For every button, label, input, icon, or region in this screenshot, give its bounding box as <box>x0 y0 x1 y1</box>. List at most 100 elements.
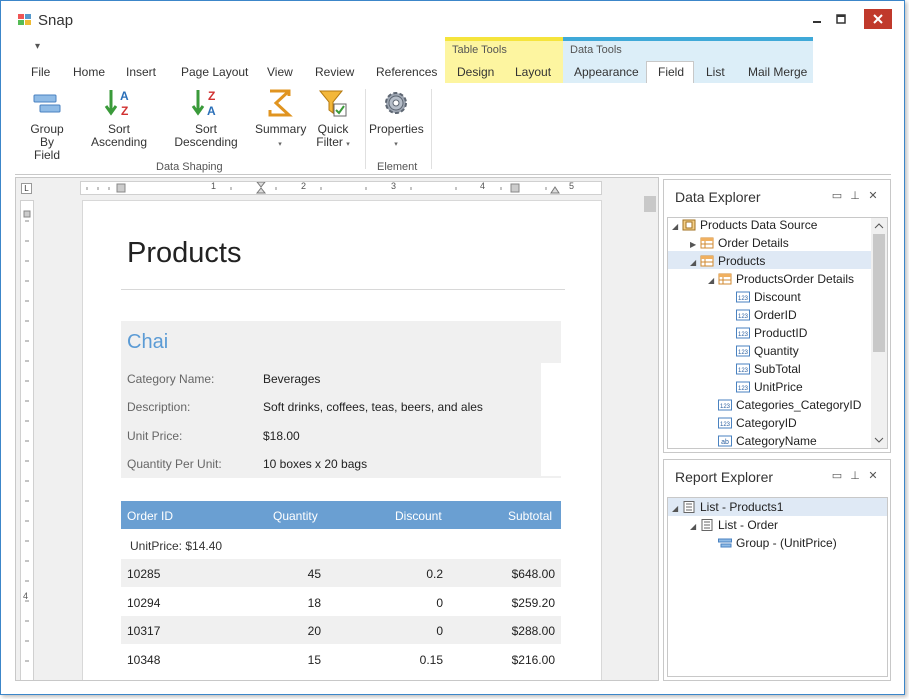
tab-review[interactable]: Review <box>315 65 354 79</box>
close-icon[interactable]: ✕ <box>864 189 882 202</box>
quick-filter-label-1: Quick <box>317 122 349 136</box>
document-vertical-scrollbar[interactable] <box>642 194 658 680</box>
tree-item-field[interactable]: 123 Discount <box>736 288 801 306</box>
tree-item-field[interactable]: 123 CategoryID <box>718 414 797 432</box>
panel-window-icon[interactable]: ▭ <box>828 189 846 202</box>
cell-quantity: 45 <box>307 567 321 581</box>
pin-icon[interactable]: ⊥ <box>846 189 864 202</box>
tab-view[interactable]: View <box>267 65 293 79</box>
cell-quantity: 20 <box>307 624 321 638</box>
maximize-icon <box>836 14 846 24</box>
tree-label: Group - (UnitPrice) <box>736 536 837 550</box>
collapse-arrow-icon[interactable]: ◢ <box>690 518 700 536</box>
tree-label: OrderID <box>754 308 797 322</box>
tree-item-order-details[interactable]: ▶ Order Details <box>690 234 789 252</box>
tab-field[interactable]: Field <box>658 65 684 79</box>
tab-mail-merge[interactable]: Mail Merge <box>748 65 807 79</box>
quick-filter-label-2: Filter <box>316 135 343 149</box>
tree-item-products-order-details[interactable]: ◢ ProductsOrder Details <box>708 270 854 288</box>
product-card[interactable]: Chai Category Name: Beverages Descriptio… <box>121 321 561 478</box>
table-row[interactable]: 10294 18 0 $259.20 <box>121 588 561 616</box>
document-scroll-thumb[interactable] <box>644 196 656 212</box>
field-label-description: Description: <box>127 400 191 414</box>
product-name: Chai <box>127 331 169 353</box>
tab-appearance[interactable]: Appearance <box>574 65 639 79</box>
properties-button[interactable]: Properties ▾ <box>369 87 424 151</box>
quick-filter-dropdown-arrow: ▾ <box>346 141 350 148</box>
tree-item-field[interactable]: 123 UnitPrice <box>736 378 803 396</box>
tree-item-field[interactable]: 123 OrderID <box>736 306 797 324</box>
tab-references[interactable]: References <box>376 65 437 79</box>
ribbon-group-separator <box>431 89 432 169</box>
report-explorer-panel-buttons: ▭ ⊥ ✕ <box>828 469 882 482</box>
tab-stop-selector[interactable]: L <box>21 183 32 194</box>
context-label-table-tools: Table Tools <box>452 44 507 56</box>
horizontal-ruler-ticks <box>86 182 560 194</box>
table-row[interactable]: 10348 15 0.15 $216.00 <box>121 645 561 673</box>
quick-filter-button[interactable]: Quick Filter ▾ <box>311 87 355 151</box>
data-explorer-scroll-thumb[interactable] <box>873 234 885 352</box>
snap-app-icon <box>18 14 31 25</box>
collapse-arrow-icon[interactable]: ◢ <box>672 218 682 236</box>
document-area[interactable]: L 1 2 3 4 5 4 Products Chai Category Nam… <box>15 177 659 681</box>
collapse-arrow-icon[interactable]: ◢ <box>690 254 700 272</box>
tree-item-field[interactable]: 123 SubTotal <box>736 360 801 378</box>
scroll-up-icon[interactable] <box>871 219 887 233</box>
tree-label: CategoryID <box>736 416 797 430</box>
numeric-field-icon: 123 <box>736 327 750 339</box>
document-page[interactable]: Products Chai Category Name: Beverages D… <box>82 200 602 680</box>
collapse-arrow-icon[interactable]: ◢ <box>672 500 682 518</box>
tree-item-field[interactable]: 123 Quantity <box>736 342 799 360</box>
vruler-number-4: 4 <box>23 591 29 601</box>
tree-item-field[interactable]: 123 ProductID <box>736 324 807 342</box>
tree-item-list-products1[interactable]: ◢ List - Products1 <box>672 498 783 516</box>
sort-ascending-button[interactable]: A Z Sort Ascending <box>81 87 157 149</box>
tab-file[interactable]: File <box>31 65 50 79</box>
report-explorer-tree[interactable]: ◢ List - Products1 ◢ List - Order Group - … <box>667 497 888 677</box>
tree-item-products[interactable]: ◢ Products <box>690 252 765 270</box>
close-button[interactable] <box>864 9 892 29</box>
cell-order-id: 10348 <box>127 653 161 667</box>
app-window: Snap ▾ Table Tools Data Tools File Home … <box>0 0 905 695</box>
properties-gear-icon <box>385 92 407 114</box>
summary-button[interactable]: Summary ▾ <box>255 87 306 151</box>
tab-page-layout[interactable]: Page Layout <box>181 65 248 79</box>
table-row[interactable]: 10285 45 0.2 $648.00 <box>121 559 561 587</box>
group-by-field-button[interactable]: Group By Field <box>23 87 71 162</box>
quick-access-toolbar-dropdown[interactable]: ▾ <box>35 41 40 52</box>
numeric-field-icon: 123 <box>736 345 750 357</box>
vertical-ruler[interactable]: 4 5 <box>20 200 34 680</box>
cell-quantity: 15 <box>307 653 321 667</box>
table-row[interactable]: 10317 20 0 $288.00 <box>121 616 561 644</box>
tab-list[interactable]: List <box>706 65 725 79</box>
orders-table-header: Order ID Quantity Discount Subtotal <box>121 501 561 529</box>
svg-text:123: 123 <box>738 386 749 392</box>
sort-descending-button[interactable]: Z A Sort Descending <box>165 87 247 149</box>
panel-window-icon[interactable]: ▭ <box>828 469 846 482</box>
cell-subtotal: $288.00 <box>511 624 555 638</box>
cell-discount: 0 <box>436 624 443 638</box>
tree-item-data-source[interactable]: ◢ Products Data Source <box>672 218 818 236</box>
tab-design[interactable]: Design <box>457 65 494 79</box>
field-value-description: Soft drinks, coffees, teas, beers, and a… <box>263 400 483 414</box>
tree-item-group-unit-price[interactable]: Group - (UnitPrice) <box>718 534 837 552</box>
collapse-arrow-icon[interactable]: ◢ <box>708 272 718 290</box>
field-label-quantity-per-unit: Quantity Per Unit: <box>127 457 222 471</box>
scroll-down-icon[interactable] <box>871 433 887 447</box>
tree-label: Products Data Source <box>700 218 818 232</box>
vertical-ruler-ticks <box>23 210 31 662</box>
vruler-number-5: 5 <box>23 679 28 680</box>
pin-icon[interactable]: ⊥ <box>846 469 864 482</box>
horizontal-ruler[interactable]: 1 2 3 4 5 <box>80 181 602 195</box>
close-icon[interactable]: ✕ <box>864 469 882 482</box>
tree-item-field[interactable]: 123 Categories_CategoryID <box>718 396 861 414</box>
data-explorer-scrollbar[interactable] <box>871 218 887 448</box>
data-explorer-tree[interactable]: ◢ Products Data Source ▶ Order Details ◢ Pr… <box>667 217 888 449</box>
tab-layout[interactable]: Layout <box>515 65 551 79</box>
svg-text:ab: ab <box>721 439 729 446</box>
tab-home[interactable]: Home <box>73 65 105 79</box>
maximize-button[interactable] <box>827 9 855 29</box>
tree-item-field[interactable]: ab CategoryName <box>718 432 817 448</box>
tab-insert[interactable]: Insert <box>126 65 156 79</box>
tree-item-list-order[interactable]: ◢ List - Order <box>690 516 778 534</box>
